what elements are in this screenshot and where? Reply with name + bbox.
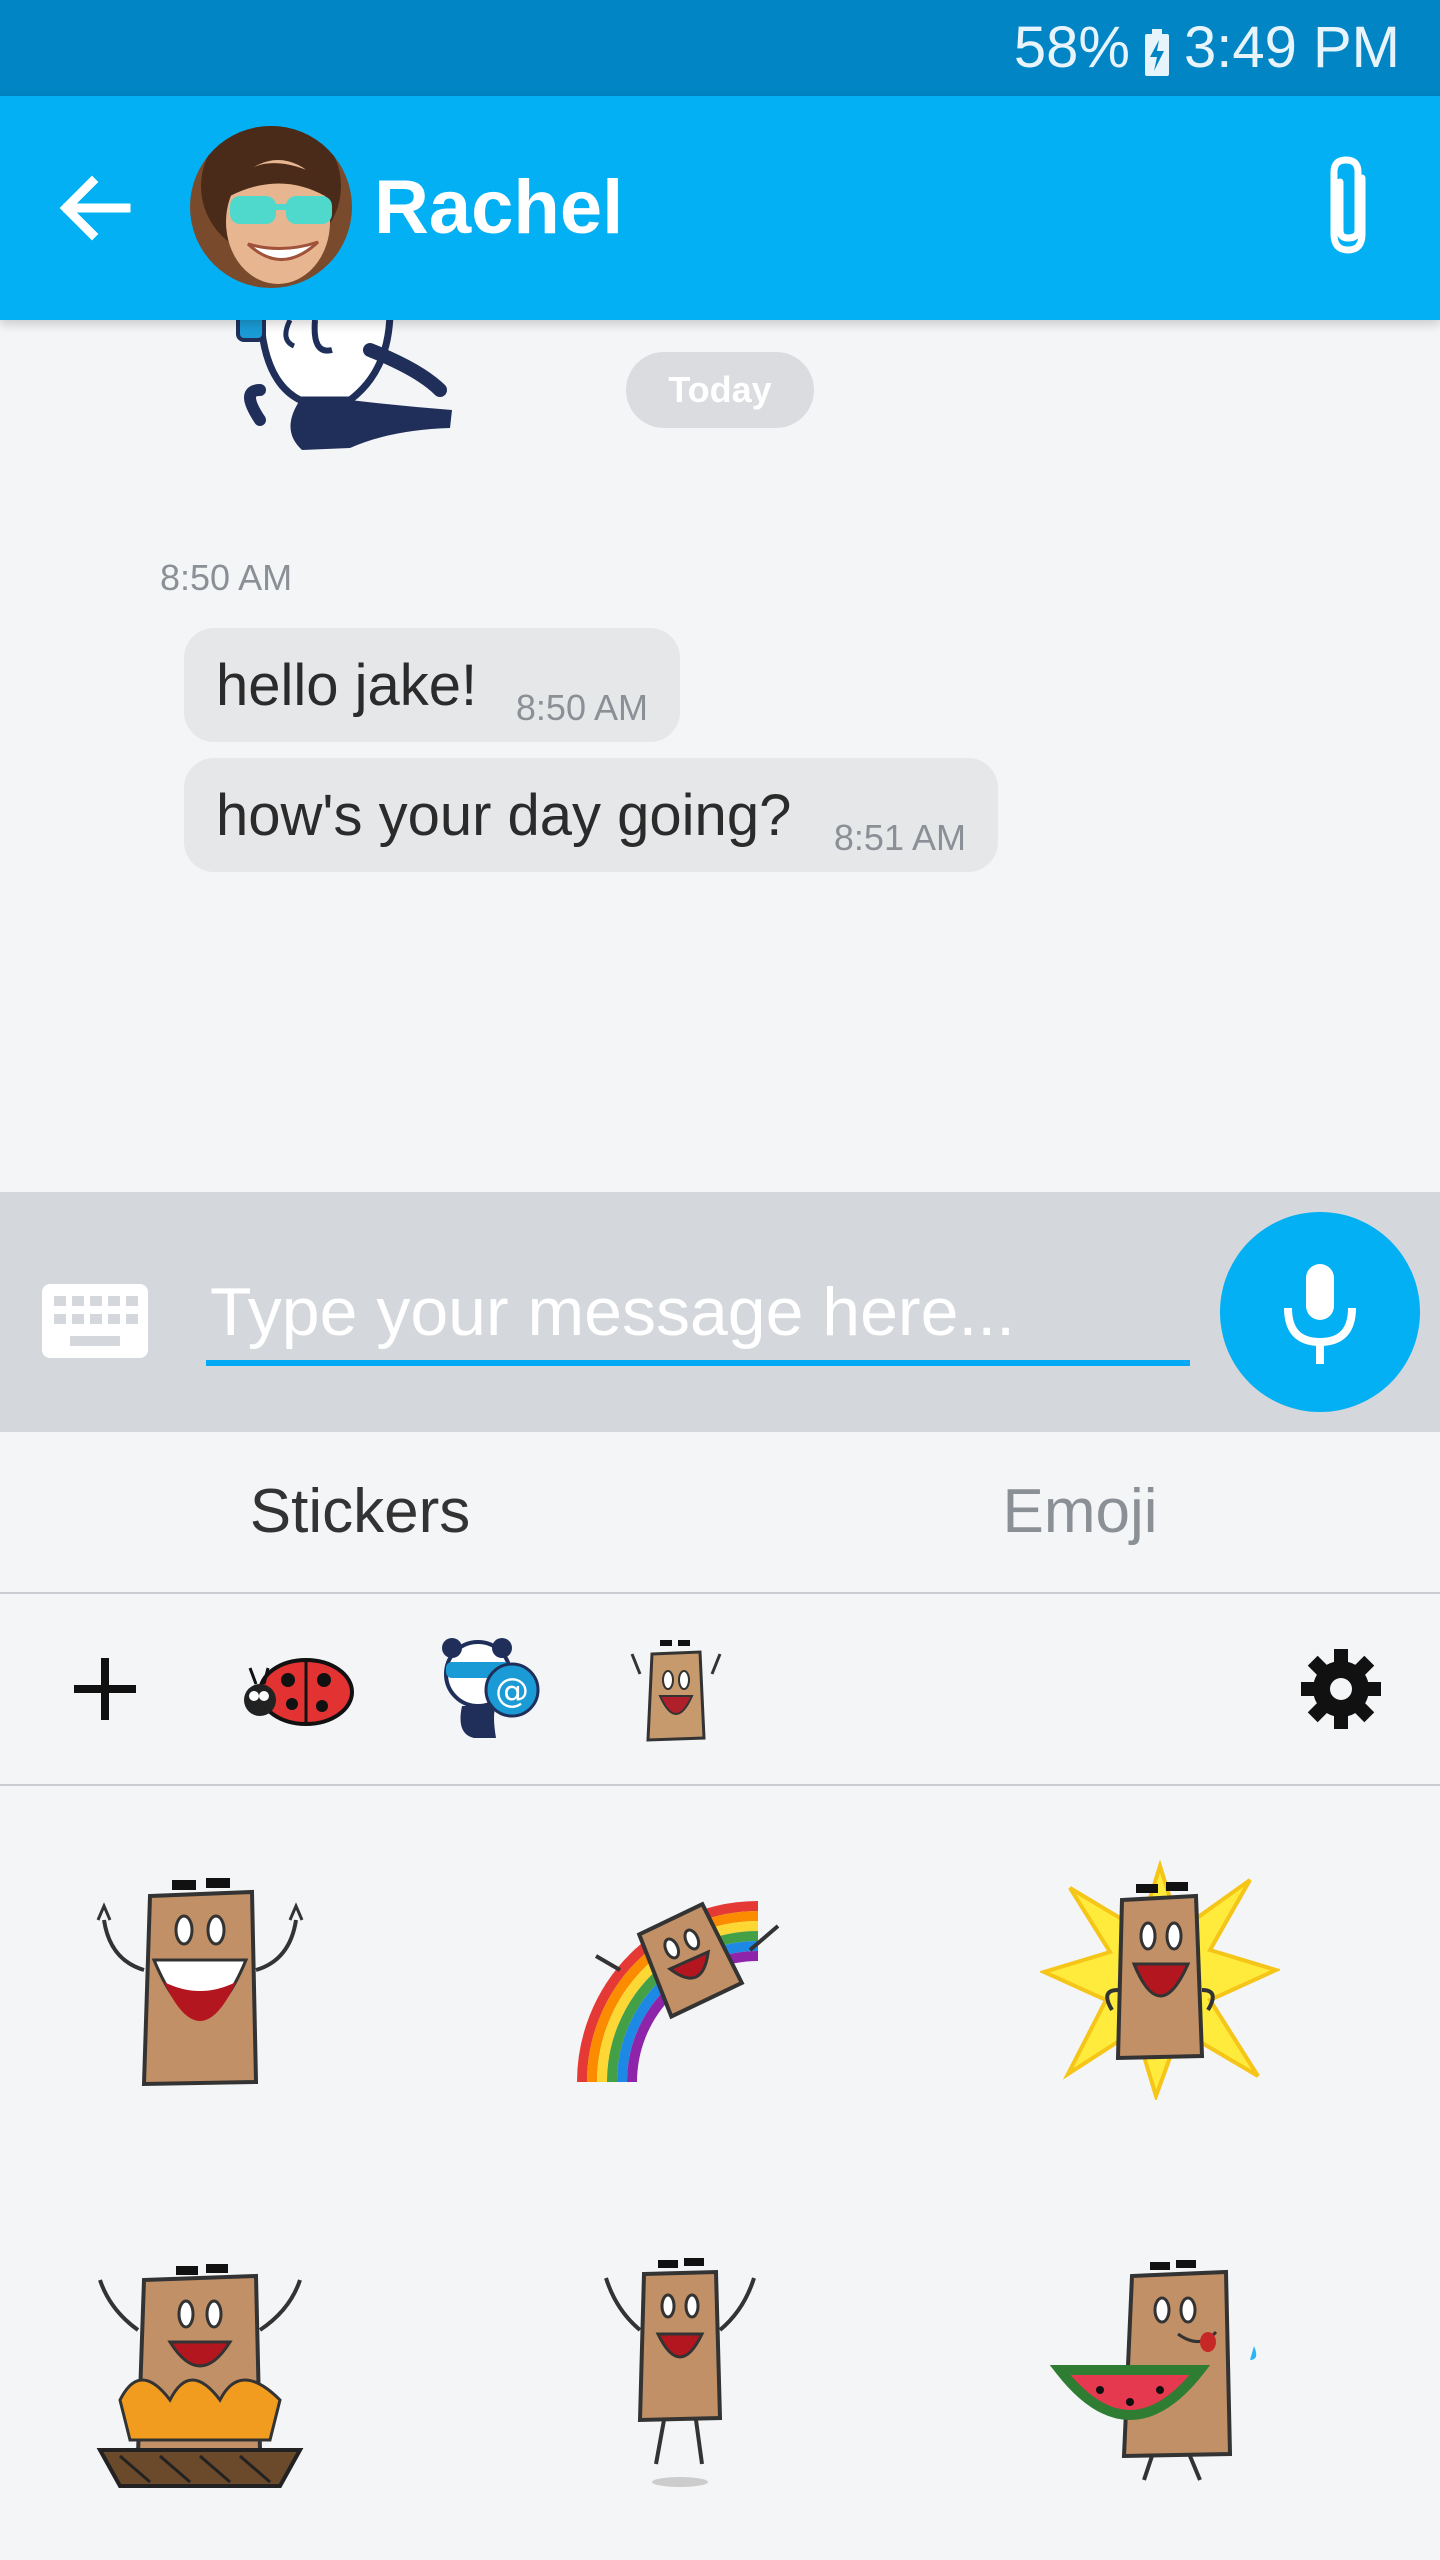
contact-name[interactable]: Rachel [374,162,623,254]
paperclip-icon [1330,156,1366,254]
sticker-bag-rainbow[interactable] [560,1860,800,2100]
message-text: hello jake! [216,653,478,718]
sticker-bag-jumping[interactable] [560,2250,800,2490]
paper-bag-icon [630,1640,722,1742]
tab-emoji[interactable]: Emoji [720,1432,1440,1592]
message-time: 8:51 AM [833,817,966,858]
svg-text:@: @ [495,1671,529,1711]
battery-percentage: 58% [1013,15,1130,80]
panda-sticker-message[interactable] [220,320,480,500]
sticker-bag-watermelon[interactable] [1040,2250,1280,2490]
contact-avatar[interactable] [190,126,352,288]
picker-tabs: Stickers Emoji [0,1432,1440,1594]
tab-stickers[interactable]: Stickers [0,1432,720,1592]
message-text: how's your day going? [216,783,792,848]
battery-charging-icon [1144,24,1170,76]
plus-icon [74,1658,136,1720]
keyboard-icon [42,1284,148,1358]
sticker-bag-cheering[interactable] [80,1860,320,2100]
sticker-pack-bar: @ [0,1594,1440,1786]
date-separator: Today [626,352,814,428]
voice-record-button[interactable] [1220,1212,1420,1412]
panda-icon: @ [442,1638,540,1738]
status-indicators: 58% 3:49 PM [1014,14,1400,82]
microphone-icon [1284,1264,1356,1364]
arrow-left-icon [59,175,131,241]
message-group-time: 8:50 AM [160,557,293,598]
message-bubble[interactable]: how's your day going? 8:51 AM [184,758,998,872]
sticker-bag-campfire[interactable] [80,2250,320,2490]
clock: 3:49 PM [1184,15,1400,80]
gear-icon [1301,1649,1381,1729]
sticker-pack-panda[interactable]: @ [426,1634,546,1744]
attach-button[interactable] [1300,152,1400,264]
ladybug-icon [244,1658,354,1726]
message-input[interactable] [206,1264,1190,1366]
sticker-settings-button[interactable] [1296,1644,1386,1734]
back-button[interactable] [50,162,142,254]
status-bar: 58% 3:49 PM [0,0,1440,96]
message-bubble[interactable]: hello jake! 8:50 AM [184,628,680,742]
chat-area[interactable]: Today 8:50 AM hello jake! 8:50 AM how's … [0,320,1440,1192]
message-time: 8:50 AM [515,687,648,728]
add-sticker-pack-button[interactable] [60,1644,150,1734]
keyboard-toggle-button[interactable] [40,1282,150,1360]
sticker-pack-paper-bag[interactable] [616,1634,736,1744]
sticker-bag-starburst[interactable] [1038,1859,1282,2103]
sticker-pack-ladybug[interactable] [236,1634,356,1744]
message-composer [0,1192,1440,1432]
app-bar: Rachel [0,96,1440,320]
